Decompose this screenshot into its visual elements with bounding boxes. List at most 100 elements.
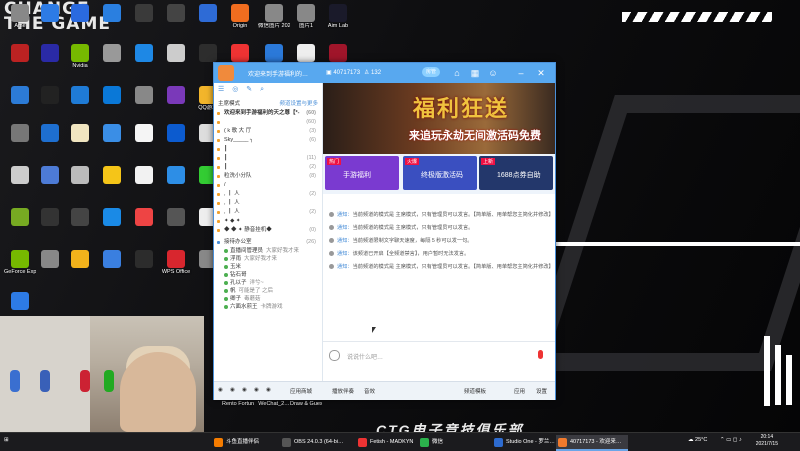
toolbar-item[interactable]: 音效	[364, 387, 375, 395]
channel-row[interactable]: ┃ (11)	[214, 154, 322, 163]
desktop-icon[interactable]: GeForce Experience	[4, 250, 36, 275]
channel-row[interactable]: /	[214, 181, 322, 190]
promo-card[interactable]: 上新 1688点券自助	[479, 156, 553, 190]
channel-row[interactable]: ┃ (2)	[214, 163, 322, 172]
desktop-icon[interactable]	[258, 44, 290, 63]
desktop-icon[interactable]	[96, 4, 128, 23]
desktop-icon[interactable]: Draw & Guess	[290, 400, 322, 407]
start-icon[interactable]: ⊞	[4, 437, 9, 443]
desktop-icon[interactable]	[96, 124, 128, 143]
minimize-icon[interactable]: –	[514, 66, 528, 80]
member-row[interactable]: 玉米	[214, 263, 322, 271]
taskbar-task[interactable]: 微信	[418, 435, 496, 449]
desktop-icon[interactable]	[96, 208, 128, 227]
clock[interactable]: 20:14 2021/7/15	[756, 434, 778, 448]
member-row[interactable]: 直播间管理员 大家好我才来	[214, 247, 322, 255]
desktop-icon[interactable]	[4, 208, 36, 227]
desktop-icon[interactable]: 微信图片 2021041…	[258, 4, 290, 29]
desktop-icon[interactable]	[4, 292, 36, 311]
desktop-icon[interactable]	[192, 44, 224, 63]
mic-icon[interactable]	[538, 350, 543, 359]
close-icon[interactable]: ✕	[534, 66, 548, 80]
desktop-icon[interactable]: Nvidia	[64, 44, 96, 69]
message-input-area[interactable]: 说说什么吧…	[323, 341, 555, 382]
desktop-icon[interactable]	[64, 4, 96, 23]
taskbar-task[interactable]: 斗鱼直播伴侣	[212, 435, 290, 449]
desktop-icon[interactable]	[96, 166, 128, 185]
emoji-icon[interactable]	[329, 350, 340, 361]
desktop-icon[interactable]	[96, 44, 128, 63]
user-icon[interactable]: ☺	[486, 66, 500, 80]
desktop-icon[interactable]	[96, 250, 128, 269]
desktop-icon[interactable]	[4, 44, 36, 63]
channel-row[interactable]: , ┃ 人 (2)	[214, 190, 322, 199]
desktop-icon[interactable]: Rento Fortune -…	[222, 400, 254, 407]
desktop-icon[interactable]	[290, 44, 322, 63]
toolbar-item[interactable]: 播放伴奏	[332, 387, 354, 395]
channel-row[interactable]: ┃	[214, 145, 322, 154]
desktop-icon[interactable]: 图片1	[290, 4, 322, 29]
desktop-icon[interactable]	[160, 166, 192, 185]
desktop-icon[interactable]	[64, 166, 96, 185]
taskbar-task[interactable]: OBS 24.0.3 (64-bi…	[280, 435, 358, 449]
desktop-icon[interactable]: Aim Lab	[322, 4, 354, 29]
desktop-icon[interactable]	[64, 208, 96, 227]
desktop-icon[interactable]	[64, 124, 96, 143]
desktop-icon[interactable]	[160, 124, 192, 143]
desktop-icon[interactable]	[34, 208, 66, 227]
member-row[interactable]: 孔以子 洋兮~	[214, 279, 322, 287]
grid-icon[interactable]: ▦	[468, 66, 482, 80]
taskbar-task[interactable]: 40717173 - 欢迎来…	[556, 435, 628, 451]
desktop-icon[interactable]	[160, 86, 192, 105]
desktop-icon[interactable]	[4, 86, 36, 105]
desktop-icon[interactable]	[64, 86, 96, 105]
member-row[interactable]: 六面水煎王 卡牌游戏	[214, 303, 322, 311]
toolbar-item[interactable]: 应用	[514, 387, 525, 395]
channel-row[interactable]: , ┃ 人 (2)	[214, 208, 322, 217]
role-badge[interactable]: 房管	[422, 67, 440, 77]
toolbar-icon[interactable]: ◉	[254, 387, 259, 393]
toolbar-item[interactable]: 应用商城	[290, 387, 312, 395]
toolbar-icon[interactable]: ◉	[242, 387, 247, 393]
channel-settings-link[interactable]: 频道设置与更多	[279, 99, 318, 107]
tray-icons[interactable]: ⌃ ▭ ◻ ♪	[720, 437, 742, 443]
channel-row[interactable]: (60)	[214, 118, 322, 127]
desktop-icon[interactable]	[128, 86, 160, 105]
channel-row[interactable]: ✦ ◆ ✦	[214, 217, 322, 226]
desktop-icon[interactable]	[4, 124, 36, 143]
channel-row[interactable]: 粒洗小分队 (8)	[214, 172, 322, 181]
message-input[interactable]: 说说什么吧…	[347, 352, 383, 361]
promo-card[interactable]: 热门 手游福利	[325, 156, 399, 190]
home-icon[interactable]: ⌂	[450, 66, 464, 80]
member-row[interactable]: 浮雨 大家好我才来	[214, 255, 322, 263]
member-row[interactable]: 卿子 毒蘑菇	[214, 295, 322, 303]
channel-row[interactable]: ( k 歌 大 厅 (3)	[214, 127, 322, 136]
toolbar-icon[interactable]: ◉	[266, 387, 271, 393]
channel-title-row[interactable]: 欢迎来到手游福利的天之尊【*- (60)	[214, 109, 322, 118]
desktop-icon[interactable]	[34, 86, 66, 105]
weather[interactable]: ☁ 25°C	[688, 437, 707, 443]
promo-banner[interactable]: 福利狂送 来追玩永劫无间激活码免费	[323, 83, 555, 154]
desktop-icon[interactable]: WeChat_2…	[258, 400, 290, 407]
channel-row[interactable]: ◆ ◆ ✦ 静音挂机◆ (0)	[214, 226, 322, 235]
desktop-icon[interactable]	[128, 124, 160, 143]
desktop-icon[interactable]	[96, 86, 128, 105]
desktop-icon[interactable]	[128, 208, 160, 227]
desktop-icon[interactable]	[192, 4, 224, 23]
sub-channel-row[interactable]: 接待办公室 (26)	[214, 238, 322, 247]
desktop-icon[interactable]	[34, 124, 66, 143]
toolbar-icon[interactable]: ◉	[218, 387, 223, 393]
toolbar-icon[interactable]: ◉	[230, 387, 235, 393]
desktop-icon[interactable]	[34, 250, 66, 269]
toolbar-item[interactable]: 频道模板	[464, 387, 486, 395]
desktop-icon[interactable]: Origin	[224, 4, 256, 29]
promo-card[interactable]: 火爆 终极版激活码	[403, 156, 477, 190]
member-row[interactable]: 帆可能是了 之后	[214, 287, 322, 295]
toolbar-item[interactable]: 设置	[536, 387, 547, 395]
channel-row[interactable]: , ┃ 人	[214, 199, 322, 208]
desktop-icon[interactable]	[34, 44, 66, 63]
desktop-icon[interactable]	[4, 166, 36, 185]
desktop-icon[interactable]	[128, 44, 160, 63]
channel-tools[interactable]: ☰ ◎ ✎ ⌕	[214, 83, 322, 97]
desktop-icon[interactable]	[128, 166, 160, 185]
